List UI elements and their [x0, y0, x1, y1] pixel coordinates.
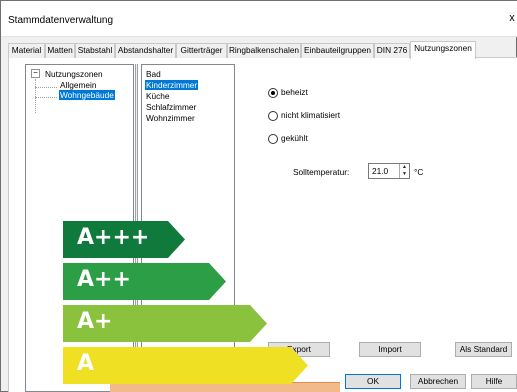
radio-label: nicht klimatisiert — [281, 110, 341, 120]
tree-node-wohngebaeude[interactable]: Wohngebäude — [59, 90, 115, 100]
energy-label-text: A+ — [77, 309, 113, 334]
energy-label-a-plus-plus: A++ — [63, 263, 226, 300]
radio-label: beheizt — [281, 87, 308, 97]
tab-gittertraeger[interactable]: Gitterträger — [176, 43, 227, 58]
tab-nutzungszonen[interactable]: Nutzungszonen — [410, 41, 476, 59]
set-default-button[interactable]: Als Standard — [455, 342, 512, 357]
tab-din-276[interactable]: DIN 276 — [374, 43, 410, 58]
tab-strip: Material Matten Stabstahl Abstandshalter… — [8, 41, 517, 59]
tab-material[interactable]: Material — [8, 43, 45, 58]
tree-connector — [35, 79, 36, 113]
tab-abstandshalter[interactable]: Abstandshalter — [115, 43, 176, 58]
tree-node-nutzungszonen[interactable]: Nutzungszonen — [45, 69, 103, 79]
energy-label-a: A — [63, 347, 308, 384]
list-item[interactable]: Küche — [146, 91, 170, 101]
help-button[interactable]: Hilfe — [471, 374, 517, 389]
radio-label: gekühlt — [281, 133, 308, 143]
arrow-shape-icon — [63, 347, 308, 384]
radio-beheizt[interactable]: beheizt — [268, 87, 388, 99]
spin-buttons: ▲ ▼ — [399, 164, 409, 178]
tab-ringbalkenschalen[interactable]: Ringbalkenschalen — [227, 43, 301, 58]
tab-stabstahl[interactable]: Stabstahl — [75, 43, 115, 58]
target-temperature-spinbox[interactable]: 21.0 ▲ ▼ — [368, 163, 410, 179]
title-bar: Stammdatenverwaltung x — [1, 1, 517, 37]
cancel-button[interactable]: Abbrechen — [410, 374, 466, 389]
radio-nicht-klimatisiert[interactable]: nicht klimatisiert — [268, 110, 388, 122]
tab-einbauteilgruppen[interactable]: Einbauteilgruppen — [301, 43, 374, 58]
list-item[interactable]: Kinderzimmer — [145, 80, 199, 90]
close-button[interactable]: x — [507, 11, 517, 25]
collapse-icon[interactable]: − — [31, 69, 40, 78]
ok-button[interactable]: OK — [345, 374, 401, 389]
radio-icon[interactable] — [268, 134, 278, 144]
list-item[interactable]: Schlafzimmer — [146, 102, 196, 112]
energy-label-a-plus-plus-plus: A+++ — [63, 221, 185, 258]
tree-connector — [35, 87, 57, 88]
spin-up-icon[interactable]: ▲ — [400, 164, 409, 171]
energy-label-text: A++ — [77, 267, 131, 292]
tree-connector — [35, 97, 57, 98]
energy-label-text: A — [77, 351, 95, 376]
tab-matten[interactable]: Matten — [45, 43, 75, 58]
target-temperature-label: Solltemperatur: — [293, 167, 350, 177]
target-temperature-value[interactable]: 21.0 — [372, 166, 388, 176]
energy-label-text: A+++ — [77, 225, 150, 250]
list-item[interactable]: Wohnzimmer — [146, 113, 195, 123]
radio-gekuehlt[interactable]: gekühlt — [268, 133, 388, 145]
tree-node-allgemein[interactable]: Allgemein — [60, 80, 96, 90]
window-title: Stammdatenverwaltung — [8, 15, 114, 26]
radio-icon[interactable] — [268, 111, 278, 121]
spin-down-icon[interactable]: ▼ — [400, 171, 409, 178]
energy-label-a-plus: A+ — [63, 305, 267, 342]
temperature-unit: °C — [414, 167, 424, 177]
list-item[interactable]: Bad — [146, 69, 161, 79]
import-button[interactable]: Import — [359, 342, 421, 357]
radio-selected-icon[interactable] — [268, 88, 278, 98]
